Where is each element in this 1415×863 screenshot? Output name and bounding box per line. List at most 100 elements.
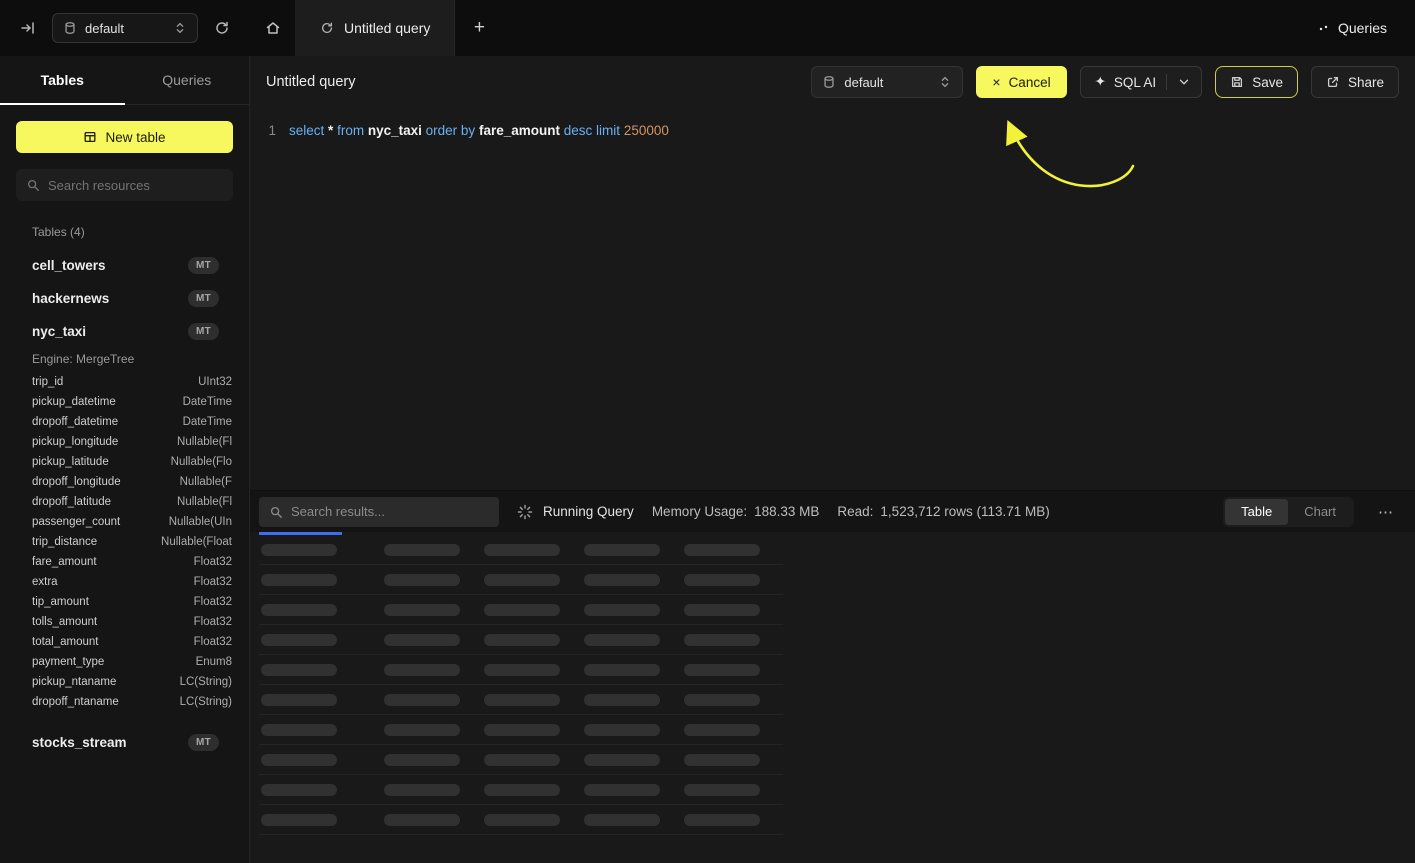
column-row: trip_idUInt32 (0, 372, 249, 392)
column-row: pickup_latitudeNullable(Flo (0, 452, 249, 472)
column-name: tip_amount (32, 596, 89, 608)
skeleton-cell (584, 604, 660, 616)
query-header: Untitled query default × Cancel ✦ SQL AI (250, 56, 1415, 108)
column-name: total_amount (32, 636, 99, 648)
status-text: Running Query (543, 504, 634, 519)
column-type: Float32 (194, 596, 232, 608)
database-selector[interactable]: default (52, 13, 198, 43)
skeleton-cell (584, 724, 660, 736)
skeleton-cell (384, 544, 460, 556)
read-value: 1,523,712 rows (113.71 MB) (880, 504, 1049, 519)
skeleton-cell (584, 634, 660, 646)
view-tab-table-label: Table (1241, 504, 1272, 519)
skeleton-cell (684, 604, 760, 616)
sidebar-tab-queries-label: Queries (162, 72, 211, 88)
sql-token: limit (596, 123, 620, 138)
collapse-panel-icon (20, 20, 36, 36)
queries-button[interactable]: Queries (1318, 20, 1387, 36)
column-row: passenger_countNullable(UIn (0, 512, 249, 532)
table-item-nyc_taxi[interactable]: nyc_taxiMT (0, 315, 249, 348)
unfold-icon (938, 75, 952, 89)
divider (1166, 74, 1167, 90)
skeleton-cell (684, 574, 760, 586)
skeleton-cell (684, 664, 760, 676)
skeleton-row (259, 685, 783, 715)
sql-editor[interactable]: 1 select * from nyc_taxi order by fare_a… (250, 108, 1415, 490)
column-type: Nullable(UIn (169, 516, 232, 528)
view-tab-table[interactable]: Table (1225, 499, 1288, 525)
new-table-button[interactable]: New table (16, 121, 233, 153)
queries-icon (1318, 22, 1330, 34)
sql-ai-button[interactable]: ✦ SQL AI (1080, 66, 1203, 98)
column-type: Nullable(F (180, 476, 232, 488)
search-icon (269, 505, 283, 519)
sql-token: from (337, 123, 364, 138)
queries-label: Queries (1338, 20, 1387, 36)
new-tab-button[interactable]: + (455, 0, 503, 56)
save-label: Save (1252, 75, 1283, 90)
search-resources-input[interactable] (48, 178, 223, 193)
skeleton-cell (384, 694, 460, 706)
skeleton-cell (584, 664, 660, 676)
column-name: pickup_longitude (32, 436, 118, 448)
view-tab-chart[interactable]: Chart (1288, 499, 1352, 525)
search-icon (26, 178, 40, 192)
results-menu-button[interactable]: ⋯ (1372, 503, 1399, 521)
skeleton-cell (384, 814, 460, 826)
database-icon (63, 21, 77, 35)
column-row: tolls_amountFloat32 (0, 612, 249, 632)
search-results-input[interactable] (291, 504, 489, 519)
sidebar-tab-tables[interactable]: Tables (0, 56, 125, 104)
memory-usage-label: Memory Usage: (652, 504, 747, 519)
tab-untitled-query[interactable]: Untitled query (296, 0, 455, 56)
read-stat: Read: 1,523,712 rows (113.71 MB) (837, 504, 1049, 519)
resource-list: cell_towersMThackernewsMTnyc_taxiMTEngin… (0, 249, 249, 759)
query-title: Untitled query (266, 74, 355, 90)
engine-badge: MT (188, 290, 219, 307)
query-database-value: default (844, 75, 930, 90)
resource-search (16, 169, 233, 201)
column-name: extra (32, 576, 58, 588)
column-row: tip_amount Float32 (0, 592, 249, 612)
results-panel: Running Query Memory Usage: 188.33 MB Re… (250, 490, 1415, 863)
view-tab-chart-label: Chart (1304, 504, 1336, 519)
refresh-icon (214, 20, 230, 36)
skeleton-row (259, 805, 783, 835)
collapse-sidebar-button[interactable] (14, 14, 42, 42)
skeleton-cell (261, 604, 337, 616)
home-icon (265, 20, 281, 36)
share-button[interactable]: Share (1311, 66, 1399, 98)
database-icon (822, 75, 836, 89)
skeleton-cell (261, 724, 337, 736)
table-item-stocks_stream[interactable]: stocks_streamMT (0, 726, 249, 759)
database-selector-value: default (85, 21, 165, 36)
skeleton-cell (261, 784, 337, 796)
sql-token: select (289, 123, 324, 138)
skeleton-row (259, 745, 783, 775)
cancel-button[interactable]: × Cancel (976, 66, 1066, 98)
skeleton-cell (684, 784, 760, 796)
progress-bar (259, 532, 342, 535)
skeleton-cell (261, 664, 337, 676)
table-item-hackernews[interactable]: hackernews MT (0, 282, 249, 315)
skeleton-cell (261, 544, 337, 556)
table-item-cell_towers[interactable]: cell_towersMT (0, 249, 249, 282)
results-skeleton (259, 535, 783, 835)
sidebar-tab-queries[interactable]: Queries (125, 56, 250, 104)
home-button[interactable] (250, 0, 296, 56)
table-name: hackernews (32, 291, 109, 306)
skeleton-row (259, 715, 783, 745)
save-button[interactable]: Save (1215, 66, 1298, 98)
column-name: dropoff_longitude (32, 476, 121, 488)
query-database-selector[interactable]: default (811, 66, 963, 98)
sql-ai-label: SQL AI (1114, 75, 1156, 90)
refresh-button[interactable] (208, 14, 236, 42)
skeleton-cell (684, 544, 760, 556)
column-row: payment_typeEnum8 (0, 652, 249, 672)
column-row: pickup_ntanameLC(String) (0, 672, 249, 692)
sql-token: fare_amount (479, 123, 560, 138)
column-type: Float32 (194, 556, 232, 568)
column-name: pickup_datetime (32, 396, 116, 408)
column-row: dropoff_ntanameLC(String) (0, 692, 249, 712)
skeleton-cell (484, 814, 560, 826)
